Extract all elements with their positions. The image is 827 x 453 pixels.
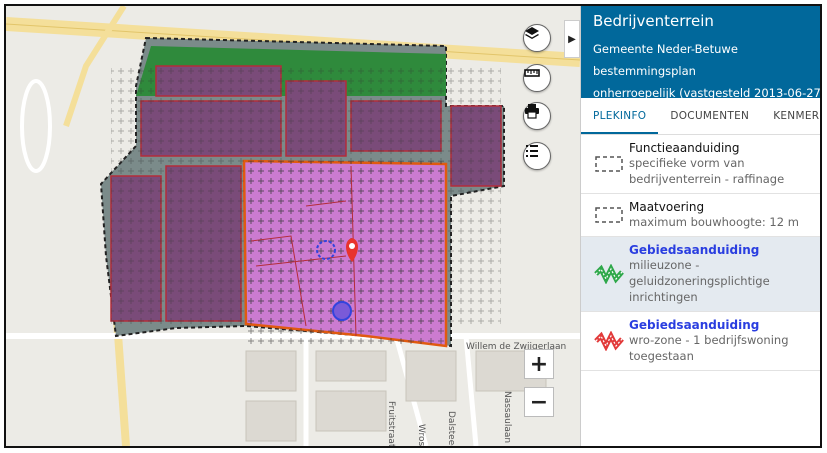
item-title: Maatvoering [629, 200, 705, 214]
list-item[interactable]: Maatvoering maximum bouwhoogte: 12 m [581, 194, 820, 237]
panel-tabs: PLEKINFO DOCUMENTEN KENMER [581, 98, 820, 135]
collapse-panel-button[interactable]: ▶ [564, 20, 580, 58]
screenshot-frame: Willem de Zwijgerlaan Fruitstraat Nassau… [4, 4, 822, 448]
ruler-icon [524, 69, 540, 77]
zoom-out-button[interactable]: − [524, 387, 554, 417]
list-icon [526, 145, 538, 157]
map-canvas[interactable] [6, 6, 580, 446]
info-panel: Bedrijventerrein Gemeente Neder-Betuwe b… [580, 6, 820, 446]
tab-kenmerken[interactable]: KENMER [761, 98, 820, 134]
street-label: Dalsteeg [446, 411, 456, 448]
item-desc: milieuzone - [629, 258, 700, 272]
plan-type: bestemmingsplan [593, 64, 696, 78]
street-label: Fruitstraat [386, 401, 396, 448]
tab-documenten[interactable]: DOCUMENTEN [658, 98, 761, 134]
municipality: Gemeente Neder-Betuwe [593, 42, 738, 56]
street-label: Wrostraat [416, 424, 426, 448]
layers-icon [525, 27, 539, 39]
list-item[interactable]: Gebiedsaanduiding wro-zone - 1 bedrijfsw… [581, 312, 820, 371]
red-zigzag-icon [594, 331, 624, 351]
printer-icon [525, 104, 539, 119]
dashed-rect-icon [595, 156, 623, 172]
item-desc: wro-zone - 1 bedrijfswoning [629, 333, 789, 347]
item-desc: bedrijventerrein - raffinage [629, 172, 785, 186]
item-desc: toegestaan [629, 349, 694, 363]
chevron-right-icon: ▶ [568, 33, 576, 45]
map-view[interactable]: Willem de Zwijgerlaan Fruitstraat Nassau… [6, 6, 580, 446]
zoom-in-button[interactable]: + [524, 349, 554, 379]
print-button[interactable] [523, 102, 551, 130]
item-desc: inrichtingen [629, 290, 698, 304]
panel-header: Bedrijventerrein Gemeente Neder-Betuwe b… [581, 6, 820, 100]
legend-button[interactable] [523, 142, 551, 170]
item-desc: specifieke vorm van [629, 156, 745, 170]
measure-button[interactable] [523, 64, 551, 92]
tab-plekinfo[interactable]: PLEKINFO [581, 98, 659, 134]
dashed-rect-icon [595, 207, 623, 223]
list-item[interactable]: Gebiedsaanduiding milieuzone - geluidzon… [581, 237, 820, 312]
item-desc: geluidzoneringsplichtige [629, 274, 770, 288]
layers-button[interactable] [523, 24, 551, 52]
item-title[interactable]: Gebiedsaanduiding [629, 243, 770, 257]
list-item[interactable]: Functieaanduiding specifieke vorm van be… [581, 135, 820, 194]
item-desc: maximum bouwhoogte: 12 m [629, 215, 799, 229]
item-title[interactable]: Gebiedsaanduiding [629, 318, 789, 332]
plan-title: Bedrijventerrein [593, 12, 714, 30]
item-title: Functieaanduiding [629, 141, 740, 155]
green-zigzag-icon [594, 264, 624, 284]
street-label: Nassaulaan [502, 391, 512, 444]
